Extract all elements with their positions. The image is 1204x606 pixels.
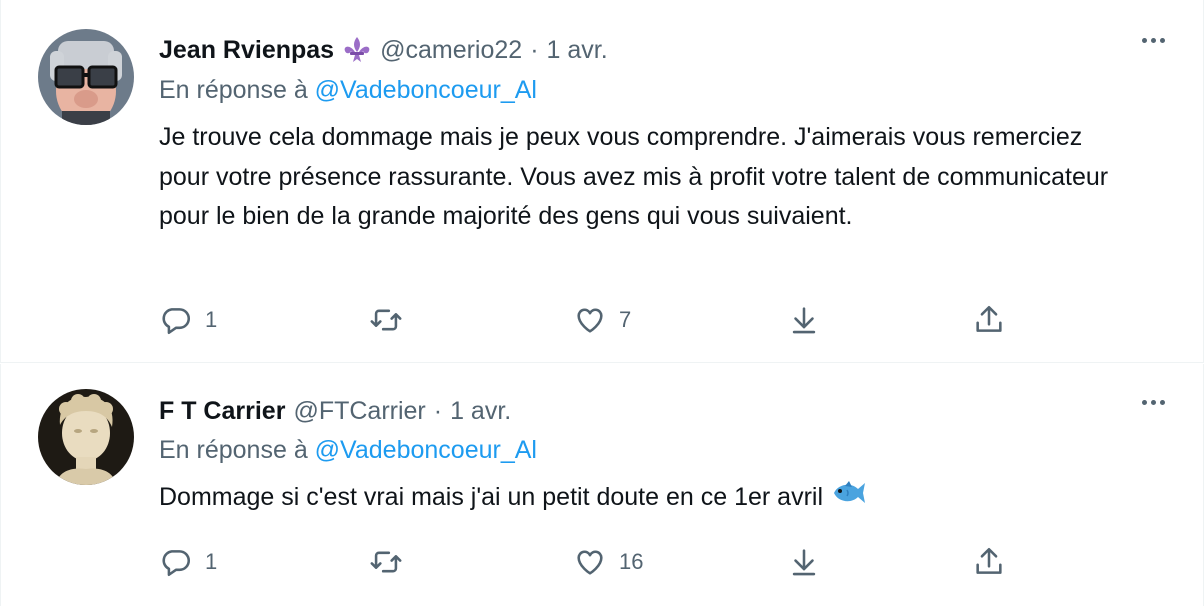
tweet-header: Jean Rvienpas @camerio22 · 1 avr.	[159, 34, 608, 66]
reply-prefix: En réponse à	[159, 436, 308, 464]
retweet-button[interactable]	[369, 302, 415, 338]
retweet-button[interactable]	[369, 544, 415, 580]
retweet-icon	[370, 551, 402, 573]
tweet-feed: Jean Rvienpas @camerio22 · 1 avr. En rép…	[0, 0, 1204, 606]
reply-button[interactable]: 1	[159, 302, 217, 338]
retweet-icon	[370, 309, 402, 331]
avatar[interactable]	[38, 389, 134, 485]
avatar[interactable]	[38, 29, 134, 125]
more-options-icon[interactable]	[1142, 38, 1165, 43]
fleur-de-lis-icon	[342, 36, 372, 64]
user-handle[interactable]: @FTCarrier	[293, 397, 425, 426]
share-icon	[976, 547, 1002, 574]
display-name[interactable]: F T Carrier	[159, 397, 285, 426]
avatar-image	[38, 29, 134, 125]
download-icon	[792, 307, 816, 334]
reply-context: En réponse à @Vadeboncoeur_Al	[159, 76, 537, 105]
tweet-header: F T Carrier @FTCarrier · 1 avr.	[159, 395, 511, 427]
tweet[interactable]: F T Carrier @FTCarrier · 1 avr. En répon…	[0, 364, 1204, 606]
separator-dot: ·	[433, 396, 443, 425]
tweet[interactable]: Jean Rvienpas @camerio22 · 1 avr. En rép…	[0, 0, 1204, 363]
share-button[interactable]	[972, 302, 1006, 338]
reply-icon	[162, 308, 191, 335]
more-options-icon[interactable]	[1142, 400, 1165, 405]
heart-icon	[577, 308, 603, 333]
tweet-text: Dommage si c'est vrai mais j'ai un petit…	[159, 483, 824, 511]
fish-icon	[831, 479, 867, 519]
share-icon	[976, 305, 1002, 332]
avatar-image	[38, 389, 134, 485]
download-button[interactable]	[787, 302, 821, 338]
tweet-date[interactable]: 1 avr.	[450, 397, 511, 426]
reply-count: 1	[205, 549, 218, 574]
like-count: 16	[619, 549, 644, 574]
reply-mention-link[interactable]: @Vadeboncoeur_Al	[315, 436, 537, 464]
reply-context: En réponse à @Vadeboncoeur_Al	[159, 436, 537, 465]
tweet-date[interactable]: 1 avr.	[547, 36, 608, 65]
separator-dot: ·	[530, 35, 539, 64]
reply-button[interactable]: 1	[159, 544, 217, 580]
share-button[interactable]	[972, 544, 1006, 580]
display-name[interactable]: Jean Rvienpas	[159, 36, 334, 65]
tweet-text-line: Dommage si c'est vrai mais j'ai un petit…	[159, 478, 1139, 518]
download-button[interactable]	[787, 544, 821, 580]
tweet-text: Je trouve cela dommage mais je peux vous…	[159, 123, 1109, 230]
reply-prefix: En réponse à	[159, 76, 308, 104]
like-button[interactable]: 7	[573, 302, 631, 338]
reply-count: 1	[205, 307, 218, 332]
download-icon	[792, 549, 816, 576]
like-count: 7	[619, 307, 632, 332]
like-button[interactable]: 16	[573, 544, 643, 580]
tweet-actions: 1 7	[159, 302, 1019, 338]
tweet-actions: 1 16	[159, 544, 1019, 580]
reply-mention-link[interactable]: @Vadeboncoeur_Al	[315, 76, 537, 104]
user-handle[interactable]: @camerio22	[380, 36, 522, 65]
reply-icon	[162, 550, 191, 577]
heart-icon	[577, 550, 603, 575]
